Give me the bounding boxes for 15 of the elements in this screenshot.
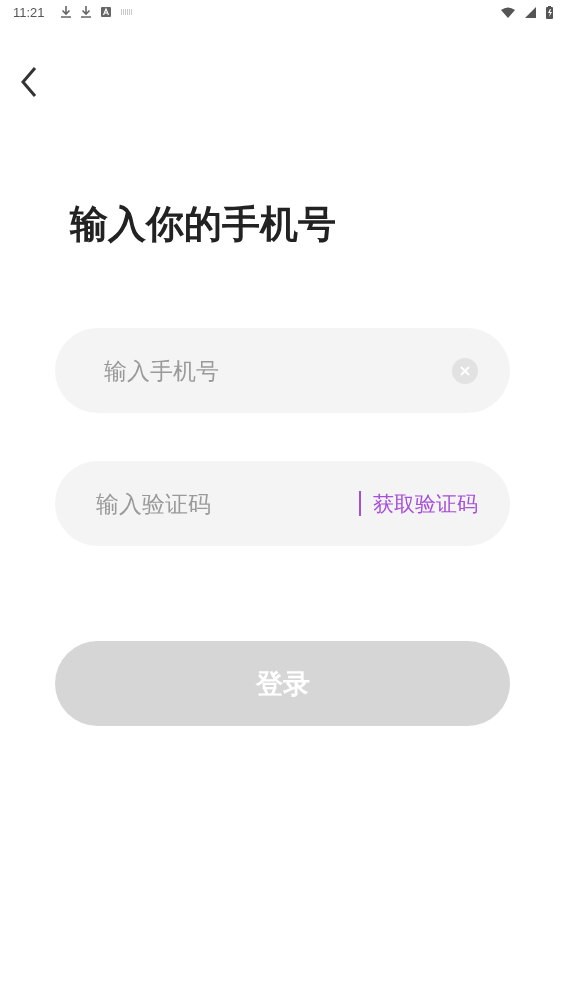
- wifi-icon: [501, 6, 515, 18]
- battery-icon: [546, 5, 553, 19]
- back-icon[interactable]: [21, 67, 37, 97]
- keyboard-icon: [120, 9, 133, 15]
- download-icon: [80, 6, 91, 18]
- status-time: 11:21: [13, 4, 45, 20]
- app-icon: [100, 7, 111, 17]
- code-input[interactable]: 输入验证码: [94, 489, 359, 518]
- download-icon: [60, 6, 71, 18]
- signal-icon: [525, 6, 536, 18]
- get-code-link[interactable]: 获取验证码: [373, 489, 478, 518]
- code-field[interactable]: 输入验证码 获取验证码: [55, 461, 510, 546]
- phone-field[interactable]: 输入手机号: [55, 328, 510, 413]
- page-title: 输入你的手机号: [70, 201, 337, 248]
- phone-input[interactable]: 输入手机号: [102, 356, 452, 385]
